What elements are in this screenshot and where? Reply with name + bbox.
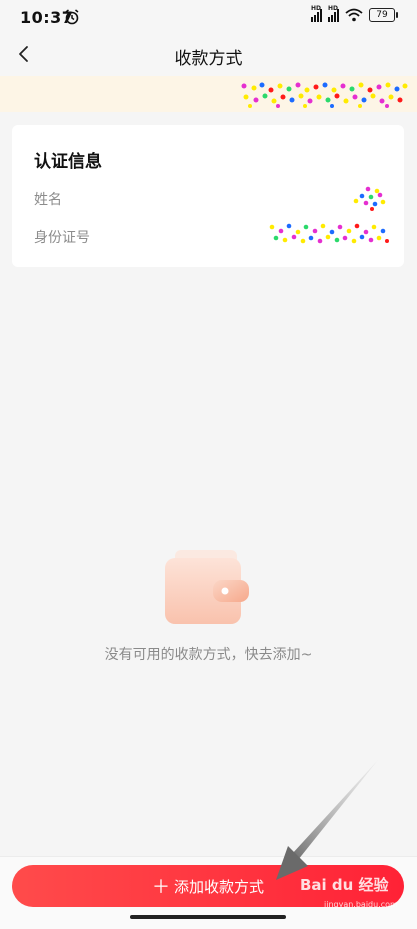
page-title: 收款方式 xyxy=(174,49,243,69)
masked-id-value xyxy=(269,223,389,244)
baidu-watermark: Bai du 经验 xyxy=(300,876,389,894)
masked-notice-text xyxy=(241,82,408,108)
wifi-icon xyxy=(345,8,363,22)
masked-name-value xyxy=(353,186,386,211)
watermark-url: jingyan.baidu.com xyxy=(324,900,398,909)
alarm-clock-icon xyxy=(65,9,79,25)
notice-banner xyxy=(0,76,417,112)
network-1-label: HD xyxy=(311,5,322,12)
name-label: 姓名 xyxy=(34,192,62,208)
auth-info-card: 认证信息 姓名 身份证号 xyxy=(12,125,404,267)
plus-icon: ＋ xyxy=(151,877,170,898)
home-indicator[interactable] xyxy=(130,915,286,919)
wallet-icon xyxy=(165,550,249,624)
network-2-label: HD xyxy=(328,5,339,12)
id-number-label: 身份证号 xyxy=(34,230,90,246)
signal-1-icon: HD xyxy=(311,5,322,22)
status-bar: 10:37 HD HD 79 xyxy=(0,0,417,34)
card-title: 认证信息 xyxy=(34,152,102,172)
header: 收款方式 xyxy=(0,34,417,76)
annotation-arrow-icon xyxy=(276,760,378,880)
empty-message: 没有可用的收款方式，快去添加~ xyxy=(104,647,313,663)
add-button-label: 添加收款方式 xyxy=(173,877,264,896)
status-indicators: HD HD 79 xyxy=(311,5,398,22)
battery-indicator: 79 xyxy=(369,8,398,22)
signal-2-icon: HD xyxy=(328,5,339,22)
